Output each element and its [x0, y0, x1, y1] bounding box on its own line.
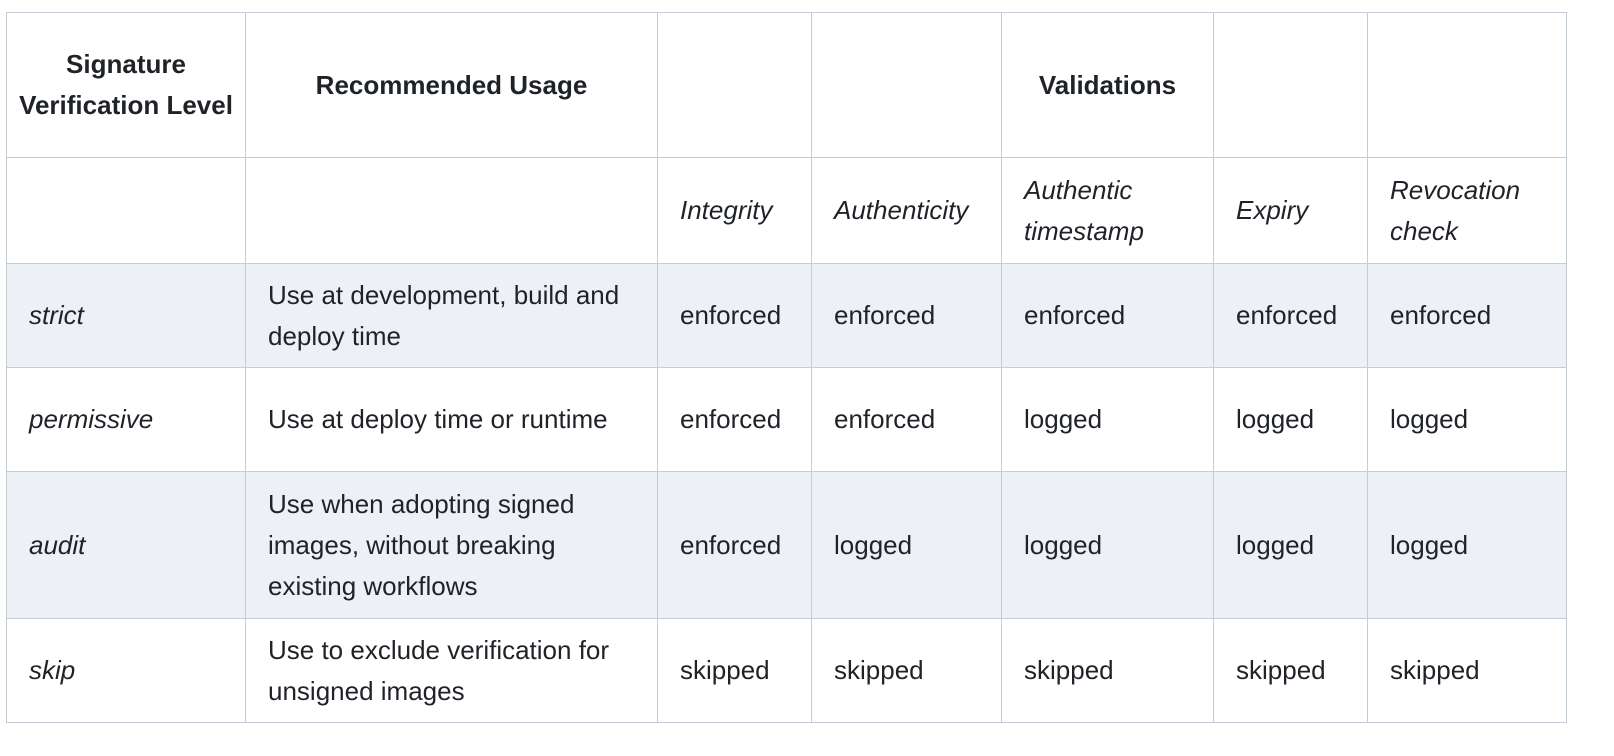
- row-value-revocation-check: logged: [1367, 471, 1567, 619]
- row-value-integrity: enforced: [657, 367, 812, 472]
- row-value-integrity: skipped: [657, 618, 812, 723]
- table-row-audit: audit Use when adopting signed images, w…: [6, 471, 1567, 619]
- row-usage: Use at development, build and deploy tim…: [245, 263, 658, 368]
- header-empty-4: [1367, 12, 1567, 158]
- row-value-expiry: enforced: [1213, 263, 1368, 368]
- header-empty-2: [811, 12, 1002, 158]
- row-value-expiry: skipped: [1213, 618, 1368, 723]
- validation-integrity: Integrity: [657, 157, 812, 264]
- header-usage: Recommended Usage: [245, 12, 658, 158]
- header-empty-1: [657, 12, 812, 158]
- row-value-authenticity: logged: [811, 471, 1002, 619]
- validation-authenticity: Authenticity: [811, 157, 1002, 264]
- validation-expiry: Expiry: [1213, 157, 1368, 264]
- row-level: strict: [6, 263, 246, 368]
- table-row-strict: strict Use at development, build and dep…: [6, 263, 1567, 368]
- row-usage: Use to exclude verification for unsigned…: [245, 618, 658, 723]
- validation-authentic-timestamp: Authentic timestamp: [1001, 157, 1214, 264]
- row-level: skip: [6, 618, 246, 723]
- row-value-expiry: logged: [1213, 471, 1368, 619]
- row-usage: Use at deploy time or runtime: [245, 367, 658, 472]
- row-value-integrity: enforced: [657, 263, 812, 368]
- signature-verification-table: Signature Verification Level Recommended…: [6, 12, 1567, 723]
- row-value-expiry: logged: [1213, 367, 1368, 472]
- row-value-authenticity: enforced: [811, 367, 1002, 472]
- row-value-authentic-timestamp: logged: [1001, 367, 1214, 472]
- header-level: Signature Verification Level: [6, 12, 246, 158]
- row-value-authentic-timestamp: enforced: [1001, 263, 1214, 368]
- row-value-authentic-timestamp: skipped: [1001, 618, 1214, 723]
- row-value-revocation-check: logged: [1367, 367, 1567, 472]
- row-level: audit: [6, 471, 246, 619]
- row-value-integrity: enforced: [657, 471, 812, 619]
- header-empty-3: [1213, 12, 1368, 158]
- table-row-permissive: permissive Use at deploy time or runtime…: [6, 367, 1567, 472]
- row-value-revocation-check: enforced: [1367, 263, 1567, 368]
- header-validations: Validations: [1001, 12, 1214, 158]
- row-usage: Use when adopting signed images, without…: [245, 471, 658, 619]
- row-value-authenticity: enforced: [811, 263, 1002, 368]
- table-header-row: Signature Verification Level Recommended…: [6, 12, 1567, 158]
- row-value-authenticity: skipped: [811, 618, 1002, 723]
- table-row-skip: skip Use to exclude verification for uns…: [6, 618, 1567, 723]
- row-value-authentic-timestamp: logged: [1001, 471, 1214, 619]
- subheader-empty-usage: [245, 157, 658, 264]
- row-value-revocation-check: skipped: [1367, 618, 1567, 723]
- subheader-empty-level: [6, 157, 246, 264]
- validation-revocation-check: Revocation check: [1367, 157, 1567, 264]
- row-level: permissive: [6, 367, 246, 472]
- verification-table-container: Signature Verification Level Recommended…: [6, 12, 1567, 723]
- validation-subheader-row: Integrity Authenticity Authentic timesta…: [6, 157, 1567, 264]
